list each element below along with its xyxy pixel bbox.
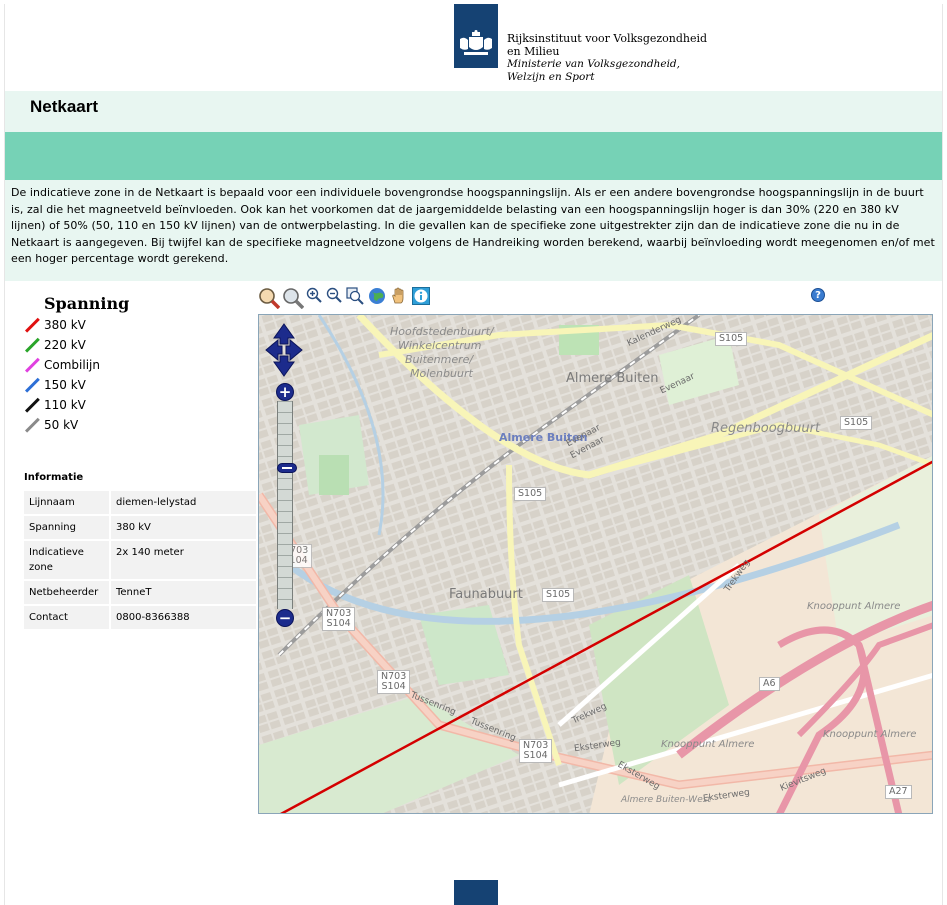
legend-item: Combilijn <box>24 355 249 375</box>
table-row: Netbeheerder TenneT <box>24 581 256 604</box>
legend-label: Combilijn <box>44 358 100 372</box>
org-line-4: Welzijn en Sport <box>507 71 595 83</box>
map-label: Knooppunt Almere <box>823 729 917 740</box>
map-label: Knooppunt Almere <box>661 739 755 750</box>
table-row: Spanning 380 kV <box>24 516 256 539</box>
org-line-2: en Milieu <box>507 45 560 58</box>
legend-item: 50 kV <box>24 415 249 435</box>
zoom-box-out-icon[interactable] <box>282 287 305 310</box>
swatch-line <box>25 417 40 433</box>
zoom-bar[interactable]: + − <box>276 383 297 627</box>
line-swatch-icon <box>24 357 40 373</box>
info-table: Lijnnaam diemen-lelystad Spanning 380 kV I… <box>24 489 256 631</box>
line-swatch-icon <box>24 377 40 393</box>
line-swatch-icon <box>24 317 40 333</box>
map-label: Winkelcentrum <box>398 339 482 352</box>
info-value: TenneT <box>111 581 256 604</box>
map-toolbar <box>258 286 434 310</box>
table-row: Lijnnaam diemen-lelystad <box>24 491 256 514</box>
info-key: Contact <box>24 606 111 629</box>
zoom-out-button[interactable]: − <box>276 609 294 627</box>
info-key: Netbeheerder <box>24 581 111 604</box>
legend-item: 110 kV <box>24 395 249 415</box>
map-label: Faunabuurt <box>449 587 523 602</box>
info-value: 380 kV <box>111 516 256 539</box>
page-title: Netkaart <box>30 97 99 116</box>
route-shield: S105 <box>715 332 748 346</box>
legend: Spanning 380 kV 220 kV Combilijn 150 kV … <box>24 294 249 435</box>
title-band: Netkaart <box>5 91 942 132</box>
table-row: Contact 0800-8366388 <box>24 606 256 629</box>
shield-line: S104 <box>326 618 351 629</box>
map-label: Regenboogbuurt <box>711 421 821 436</box>
legend-item: 220 kV <box>24 335 249 355</box>
legend-label: 220 kV <box>44 338 86 352</box>
map-label: Almere Buiten <box>566 371 659 386</box>
info-value: diemen-lelystad <box>111 491 256 514</box>
zoom-extent-icon[interactable] <box>346 287 364 307</box>
route-shield: N703 S104 <box>519 739 553 763</box>
legend-item: 380 kV <box>24 315 249 335</box>
swatch-line <box>25 337 40 353</box>
org-line-3: Ministerie van Volksgezondheid, <box>507 58 680 70</box>
legend-label: 50 kV <box>44 418 79 432</box>
info-title: Informatie <box>24 472 84 483</box>
info-value: 2x 140 meter <box>111 541 256 579</box>
footer-logo-block <box>454 880 498 905</box>
route-shield: S105 <box>542 588 575 602</box>
line-swatch-icon <box>24 337 40 353</box>
legend-title: Spanning <box>44 294 130 313</box>
help-icon[interactable]: ? <box>811 288 825 302</box>
route-shield: A27 <box>885 785 912 799</box>
zoom-box-in-icon[interactable] <box>258 287 281 310</box>
intro-text: De indicatieve zone in de Netkaart is be… <box>5 180 942 281</box>
swatch-line <box>25 397 40 413</box>
map-label: Almere Buiten-West <box>621 795 711 805</box>
swatch-line <box>25 377 40 393</box>
pan-control[interactable] <box>264 322 304 382</box>
info-key: Spanning <box>24 516 111 539</box>
zoom-slider-handle[interactable] <box>277 463 297 473</box>
table-row: Indicatieve zone 2x 140 meter <box>24 541 256 579</box>
map-label: Knooppunt Almere <box>807 601 901 612</box>
route-shield: N703 S104 <box>322 607 356 631</box>
map-label: Buitenmere/ <box>405 353 474 366</box>
info-icon[interactable] <box>412 287 430 307</box>
route-shield: N703 S104 <box>377 670 411 694</box>
route-shield: S105 <box>840 416 873 430</box>
zoom-in-icon[interactable] <box>306 287 322 307</box>
org-line-1: Rijksinstituut voor Volksgezondheid <box>507 32 708 45</box>
shield-line: S104 <box>523 750 548 761</box>
green-band <box>5 132 942 180</box>
zoom-track[interactable] <box>277 401 297 609</box>
shield-line: S104 <box>381 681 406 692</box>
swatch-line <box>25 317 40 333</box>
globe-icon[interactable] <box>368 287 386 307</box>
crest-icon <box>460 30 492 55</box>
info-key: Indicatieve zone <box>24 541 111 579</box>
legend-item: 150 kV <box>24 375 249 395</box>
legend-label: 150 kV <box>44 378 86 392</box>
pan-hand-icon[interactable] <box>390 287 408 307</box>
info-value: 0800-8366388 <box>111 606 256 629</box>
swatch-line <box>25 357 40 373</box>
rijksoverheid-logo <box>454 4 498 68</box>
legend-label: 110 kV <box>44 398 86 412</box>
map-viewer[interactable]: Hoofdstedenbuurt/ Winkelcentrum Buitenme… <box>258 314 933 814</box>
info-key: Lijnnaam <box>24 491 111 514</box>
zoom-out-icon[interactable] <box>326 287 342 307</box>
map-label: Molenbuurt <box>410 367 473 380</box>
route-shield: S105 <box>514 487 547 501</box>
legend-label: 380 kV <box>44 318 86 332</box>
info-panel: Informatie Lijnnaam diemen-lelystad Spann… <box>24 472 256 631</box>
organisation-name: Rijksinstituut voor Volksgezondheid en M… <box>507 32 707 84</box>
zoom-in-button[interactable]: + <box>276 383 294 401</box>
line-swatch-icon <box>24 397 40 413</box>
line-swatch-icon <box>24 417 40 433</box>
route-shield: A6 <box>759 677 780 691</box>
map-label: Hoofdstedenbuurt/ <box>390 325 494 338</box>
